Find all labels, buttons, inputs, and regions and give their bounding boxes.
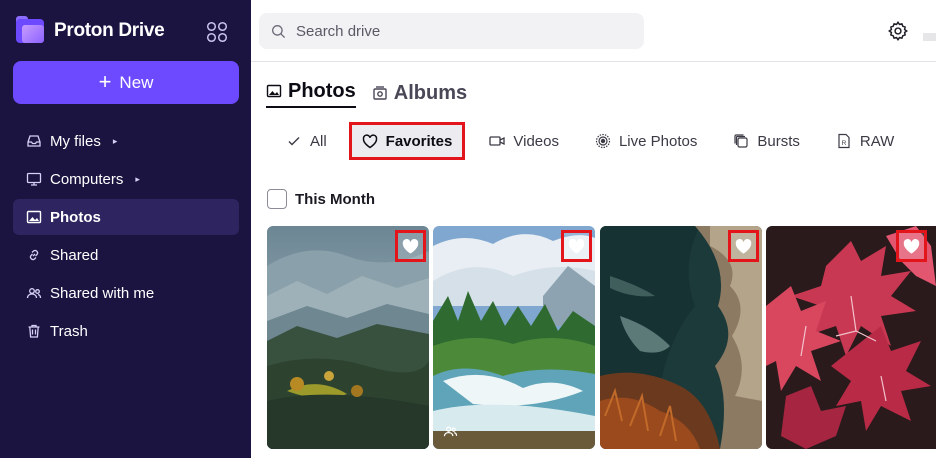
- check-icon: [286, 133, 302, 149]
- filter-bursts[interactable]: Bursts: [733, 122, 800, 160]
- filter-live-photos[interactable]: Live Photos: [595, 122, 697, 160]
- avatar[interactable]: [923, 33, 936, 41]
- sidebar-item-label: Shared: [50, 246, 99, 264]
- filter-all[interactable]: All: [286, 122, 327, 160]
- brand[interactable]: Proton Drive: [16, 16, 165, 44]
- search-bar[interactable]: [259, 13, 644, 49]
- plus-icon: +: [98, 68, 112, 94]
- favorite-button[interactable]: [395, 230, 426, 262]
- sidebar-item-label: Computers: [50, 170, 124, 188]
- inbox-icon: [25, 133, 42, 150]
- caret-right-icon[interactable]: ▸: [113, 136, 118, 147]
- sidebar-item-label: Trash: [50, 322, 88, 340]
- filter-label: Live Photos: [618, 132, 698, 150]
- filter-raw[interactable]: R RAW: [836, 122, 894, 160]
- sidebar: Proton Drive + New My files ▸ Computers …: [0, 0, 251, 458]
- live-photo-icon: [595, 133, 611, 149]
- video-icon: [489, 133, 506, 149]
- favorite-button[interactable]: [896, 230, 927, 262]
- tab-label: Albums: [393, 81, 468, 104]
- link-icon: [25, 247, 42, 264]
- caret-right-icon[interactable]: ▸: [135, 174, 140, 185]
- select-month-checkbox[interactable]: [267, 189, 287, 209]
- photo-thumbnail[interactable]: [433, 226, 595, 449]
- trash-icon: [25, 323, 42, 340]
- sidebar-item-label: Shared with me: [50, 284, 155, 302]
- sidebar-item-trash[interactable]: Trash: [13, 313, 239, 349]
- section-title: This Month: [295, 190, 375, 208]
- brand-name: Proton Drive: [54, 20, 165, 41]
- search-icon: [272, 24, 286, 38]
- image-icon: [25, 209, 42, 226]
- users-icon: [25, 285, 42, 302]
- favorite-button[interactable]: [728, 230, 759, 262]
- filter-label: RAW: [859, 132, 895, 150]
- image-icon: [266, 84, 282, 98]
- sidebar-nav: My files ▸ Computers ▸ Photos Shared Sha…: [13, 123, 239, 351]
- filter-label: Bursts: [757, 132, 800, 150]
- heart-filled-icon: [402, 238, 419, 254]
- heart-outline-icon: [362, 133, 378, 149]
- photo-thumbnail[interactable]: [766, 226, 936, 449]
- sidebar-item-shared-with-me[interactable]: Shared with me: [13, 275, 239, 311]
- svg-text:R: R: [842, 140, 847, 147]
- heart-filled-icon: [903, 238, 920, 254]
- favorite-button[interactable]: [561, 230, 592, 262]
- sidebar-item-label: Photos: [50, 208, 101, 226]
- sidebar-item-photos[interactable]: Photos: [13, 199, 239, 235]
- apps-grid-icon[interactable]: [206, 21, 228, 43]
- sidebar-item-label: My files: [50, 132, 101, 150]
- filter-videos[interactable]: Videos: [489, 122, 559, 160]
- album-icon: [373, 86, 387, 100]
- tab-albums[interactable]: Albums: [372, 78, 467, 108]
- proton-drive-logo-icon: [16, 16, 44, 43]
- filter-bar: All Favorites Videos Live Photos Bursts …: [268, 122, 894, 160]
- search-input[interactable]: [296, 22, 636, 40]
- shared-users-icon: [443, 426, 458, 437]
- topbar: [251, 0, 936, 62]
- heart-filled-icon: [735, 238, 752, 254]
- monitor-icon: [25, 171, 42, 188]
- month-section-header: This Month: [267, 189, 375, 209]
- filter-label: Favorites: [385, 132, 453, 150]
- filter-label: All: [310, 132, 327, 150]
- new-button-label: New: [119, 72, 154, 92]
- photo-thumbnail[interactable]: [267, 226, 429, 449]
- new-button[interactable]: + New: [13, 61, 239, 104]
- tab-photos[interactable]: Photos: [266, 78, 356, 108]
- view-tabs: Photos Albums: [266, 78, 483, 108]
- photo-thumbnail[interactable]: [600, 226, 762, 449]
- heart-filled-icon: [568, 238, 585, 254]
- tab-label: Photos: [288, 79, 356, 102]
- filter-label: Videos: [513, 132, 559, 150]
- filter-favorites[interactable]: Favorites: [348, 122, 466, 160]
- bursts-icon: [733, 133, 749, 149]
- raw-file-icon: R: [836, 133, 852, 149]
- gear-icon[interactable]: [887, 20, 909, 42]
- sidebar-item-my-files[interactable]: My files ▸: [13, 123, 239, 159]
- sidebar-item-shared[interactable]: Shared: [13, 237, 239, 273]
- sidebar-item-computers[interactable]: Computers ▸: [13, 161, 239, 197]
